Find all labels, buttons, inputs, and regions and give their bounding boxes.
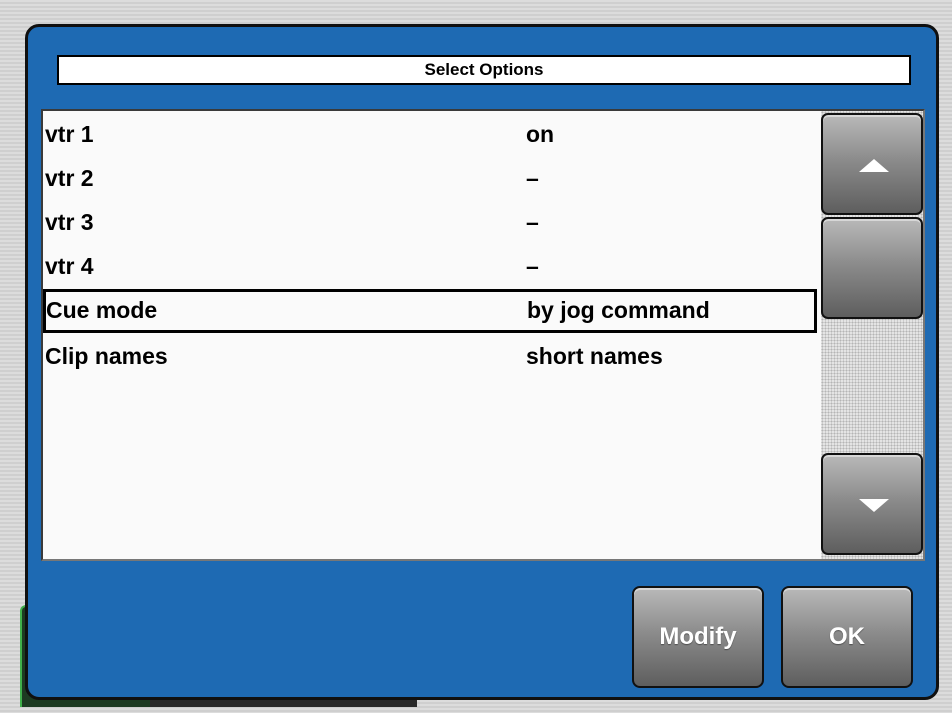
- option-value: –: [526, 209, 539, 235]
- triangle-up-icon: [859, 159, 889, 172]
- option-value: on: [526, 121, 555, 147]
- triangle-down-icon: [859, 499, 889, 512]
- scrollbar-thumb[interactable]: [821, 217, 923, 319]
- ok-button[interactable]: OK: [781, 586, 913, 688]
- dialog-title: Select Options: [57, 55, 911, 85]
- list-item-vtr-1[interactable]: vtr 1 on: [43, 113, 817, 157]
- modify-button[interactable]: Modify: [632, 586, 764, 688]
- option-name: Clip names: [45, 343, 168, 369]
- list-item-vtr-3[interactable]: vtr 3 –: [43, 201, 817, 245]
- option-value: short names: [526, 343, 663, 369]
- list-item-clip-names[interactable]: Clip names short names: [43, 335, 817, 379]
- list-item-vtr-2[interactable]: vtr 2 –: [43, 157, 817, 201]
- option-value: –: [526, 253, 539, 279]
- options-list: vtr 1 on vtr 2 – vtr 3 – vtr 4 – Cue mod…: [43, 111, 821, 559]
- option-name: vtr 3: [45, 209, 94, 235]
- option-name: vtr 4: [45, 253, 94, 279]
- option-value: by jog command: [527, 297, 710, 323]
- list-scrollbar[interactable]: [821, 111, 923, 559]
- option-name: Cue mode: [46, 297, 158, 323]
- scroll-down-button[interactable]: [821, 453, 923, 555]
- option-value: –: [526, 165, 539, 191]
- select-options-dialog: Select Options vtr 1 on vtr 2 – vtr 3 – …: [25, 24, 939, 700]
- list-item-cue-mode-selected[interactable]: Cue mode by jog command: [43, 289, 817, 333]
- option-name: vtr 2: [45, 165, 94, 191]
- options-list-panel: vtr 1 on vtr 2 – vtr 3 – vtr 4 – Cue mod…: [41, 109, 925, 561]
- scroll-up-button[interactable]: [821, 113, 923, 215]
- list-item-vtr-4[interactable]: vtr 4 –: [43, 245, 817, 289]
- option-name: vtr 1: [45, 121, 94, 147]
